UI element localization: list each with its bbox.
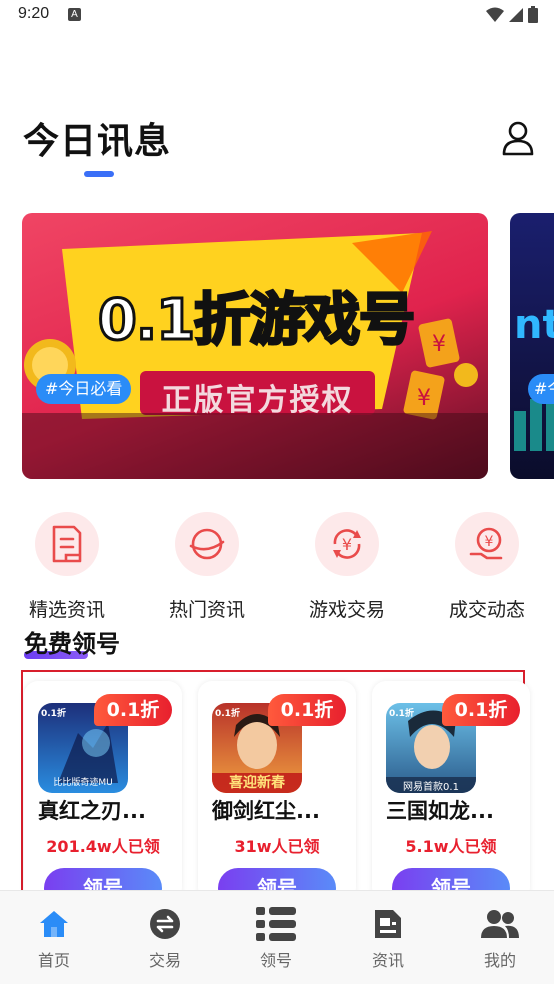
category-label: 游戏交易 [308, 599, 385, 621]
nav-mine[interactable]: 我的 [450, 907, 550, 971]
category-featured-news[interactable]: 精选资讯 [7, 512, 127, 622]
notification-icon: A [68, 8, 81, 21]
yen-exchange-icon: ¥ [315, 512, 379, 576]
svg-text:¥: ¥ [417, 386, 431, 411]
thumb-small-label: 0.1折 [215, 709, 240, 719]
svg-text:¥: ¥ [342, 535, 352, 554]
discount-badge: 0.1折 [268, 694, 346, 726]
thumb-small-label: 0.1折 [389, 709, 414, 719]
list-icon [256, 907, 296, 941]
nav-claim[interactable]: 领号 [226, 907, 326, 971]
svg-text:nt: nt [514, 302, 554, 348]
thumb-caption: 网易首款0.1 [403, 782, 459, 793]
claimed-count: 31w人已领 [234, 837, 320, 856]
user-outline-icon[interactable] [500, 120, 536, 156]
category-label: 热门资讯 [168, 599, 245, 621]
category-deal-feed[interactable]: ¥ 成交动态 [427, 512, 547, 622]
page-title: 今日讯息 [23, 121, 172, 162]
game-name: 真红之刃... [38, 799, 146, 823]
wifi-icon [486, 7, 504, 22]
category-label: 精选资讯 [28, 599, 105, 621]
svg-text:¥: ¥ [432, 332, 446, 357]
category-hot-news[interactable]: 热门资讯 [147, 512, 267, 622]
battery-icon [528, 6, 538, 23]
planet-icon [175, 512, 239, 576]
banner-main[interactable]: ¥ ¥ 0.1折游戏号 正版官方授权 [22, 213, 488, 479]
signal-icon [509, 7, 523, 22]
banner-tag: #今日必看 [36, 374, 132, 404]
news-icon [368, 907, 408, 941]
yen-hand-icon: ¥ [455, 512, 519, 576]
thumb-small-label: 0.1折 [41, 709, 66, 719]
thumb-caption: 比比版奇迹MU [53, 778, 113, 788]
claimed-count: 201.4w人已领 [46, 837, 160, 856]
claimed-count: 5.1w人已领 [405, 837, 497, 856]
discount-badge: 0.1折 [442, 694, 520, 726]
nav-trade[interactable]: 交易 [115, 907, 215, 971]
bottom-nav: 首页 交易 领号 资讯 我的 [0, 890, 554, 984]
home-icon [34, 907, 74, 941]
nav-label: 交易 [148, 951, 181, 970]
game-card[interactable]: 0.1折 喜迎新春 0.1折 御剑红尘... 31w人已领 领号 [198, 681, 356, 901]
banner-tag-second: #今日必看 [528, 374, 554, 404]
category-game-trade[interactable]: ¥ 游戏交易 [287, 512, 407, 622]
status-time: 9:20 [18, 5, 50, 22]
status-bar: 9:20 A [0, 0, 554, 32]
game-name: 御剑红尘... [212, 799, 320, 823]
document-icon [35, 512, 99, 576]
title-underline [84, 171, 114, 177]
banner-second[interactable]: nt [510, 213, 554, 479]
banner-headline: 0.1折游戏号 [96, 287, 416, 355]
category-label: 成交动态 [448, 599, 525, 621]
exchange-icon [145, 907, 185, 941]
users-icon [480, 907, 520, 941]
status-icons [486, 6, 538, 23]
game-name: 三国如龙... [386, 799, 494, 823]
svg-text:¥: ¥ [485, 534, 494, 550]
game-card[interactable]: 0.1折 比比版奇迹MU 0.1折 真红之刃... 201.4w人已领 领号 [24, 681, 182, 901]
nav-label: 领号 [259, 951, 292, 970]
discount-badge: 0.1折 [94, 694, 172, 726]
section-title: 免费领号 [24, 630, 120, 658]
game-card[interactable]: 0.1折 网易首款0.1 0.1折 三国如龙... 5.1w人已领 领号 [372, 681, 530, 901]
nav-home[interactable]: 首页 [4, 907, 104, 971]
nav-label: 首页 [37, 951, 70, 970]
nav-news[interactable]: 资讯 [338, 907, 438, 971]
banner-second-artwork: nt [514, 302, 554, 451]
thumb-caption: 喜迎新春 [229, 775, 285, 791]
nav-label: 我的 [483, 951, 516, 970]
banner-subline: 正版官方授权 [161, 383, 354, 418]
nav-label: 资讯 [371, 951, 404, 970]
